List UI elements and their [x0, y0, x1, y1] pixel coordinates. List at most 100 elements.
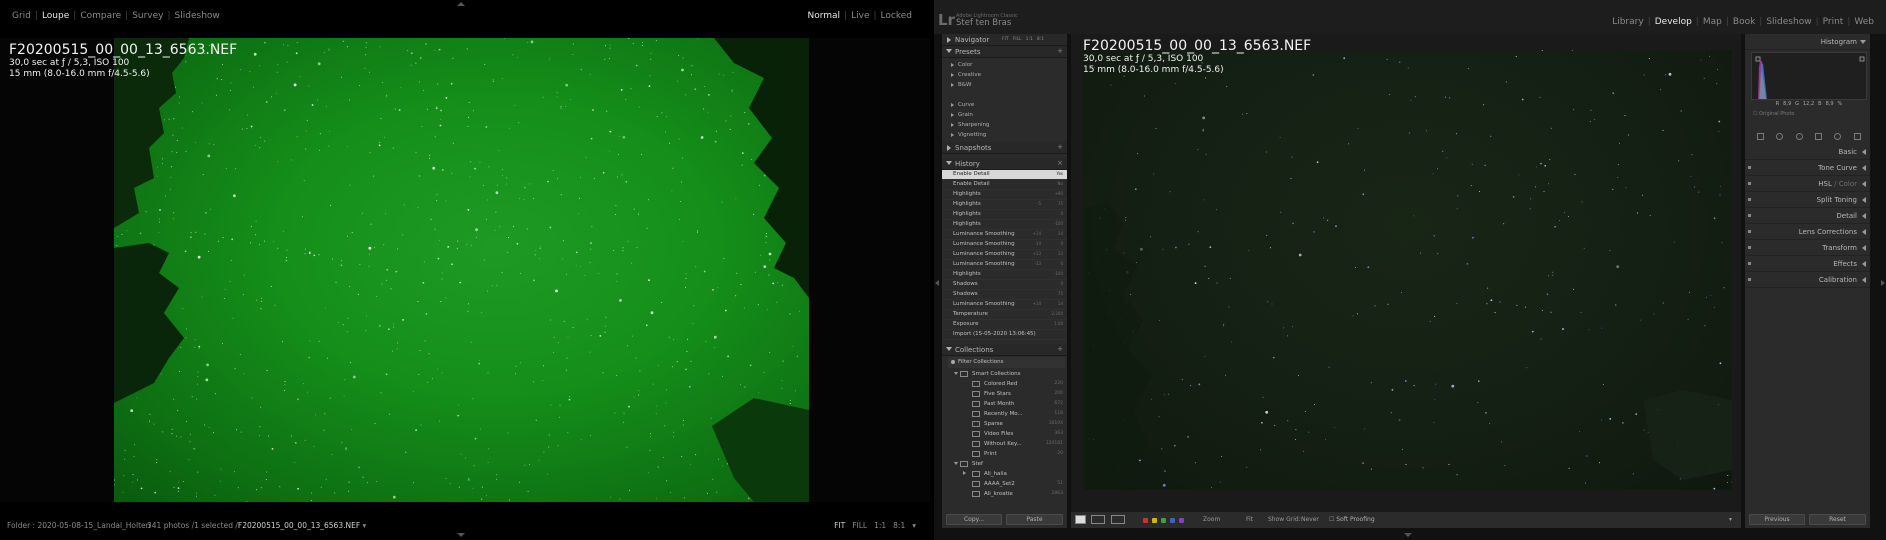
- color-label-swatch[interactable]: [1143, 518, 1148, 523]
- collapse-icon[interactable]: [954, 462, 958, 465]
- history-item[interactable]: Highlights -5 75: [942, 200, 1067, 210]
- section-effects[interactable]: Effects: [1745, 256, 1870, 272]
- history-item[interactable]: Shadows 0: [942, 280, 1067, 290]
- section-detail[interactable]: Detail: [1745, 208, 1870, 224]
- mode-slideshow[interactable]: Slideshow: [171, 11, 224, 21]
- soft-proofing-checkbox[interactable]: ☐ Soft Proofing: [1329, 516, 1375, 523]
- zoom-8-1[interactable]: 8:1: [893, 521, 905, 530]
- mode-loupe[interactable]: Loupe: [38, 11, 73, 21]
- mode-survey[interactable]: Survey: [128, 11, 167, 21]
- module-map[interactable]: Map: [1699, 17, 1726, 27]
- history-item[interactable]: Import (15-05-2020 13:06:45): [942, 330, 1067, 340]
- history-item[interactable]: Luminance Smoothing -13 0: [942, 260, 1067, 270]
- nav-fit[interactable]: FIT: [1002, 37, 1009, 42]
- paste-button[interactable]: Paste: [1006, 514, 1063, 525]
- collection-item[interactable]: Colored Red 220: [942, 379, 1067, 389]
- adjustment-brush-icon[interactable]: [1853, 132, 1861, 140]
- history-header[interactable]: History ×: [942, 158, 1067, 170]
- copy-button[interactable]: Copy...: [946, 514, 1002, 525]
- zoom-1-1[interactable]: 1:1: [874, 521, 886, 530]
- panel-switch-icon[interactable]: [1748, 246, 1751, 249]
- collection-item[interactable]: Ali_kroatie 2863: [942, 489, 1067, 499]
- preset-group[interactable]: Curve: [942, 100, 1067, 110]
- collapse-icon[interactable]: [954, 372, 958, 375]
- snapshots-header[interactable]: Snapshots +: [942, 142, 1067, 154]
- module-web[interactable]: Web: [1850, 17, 1878, 27]
- section-tone-curve[interactable]: Tone Curve: [1745, 160, 1870, 176]
- filter-collections-input[interactable]: Filter Collections: [948, 357, 1065, 368]
- collection-item[interactable]: Recently Mo... 118: [942, 409, 1067, 419]
- color-label-swatch[interactable]: [1170, 518, 1175, 523]
- history-item[interactable]: Enable Detail No: [942, 180, 1067, 190]
- preset-group[interactable]: Color: [942, 60, 1067, 70]
- crop-overlay-icon[interactable]: [1757, 132, 1765, 140]
- history-item[interactable]: Highlights -100: [942, 270, 1067, 280]
- bottom-panel-toggle-icon[interactable]: [1404, 533, 1412, 537]
- red-eye-icon[interactable]: [1795, 132, 1803, 140]
- preset-group[interactable]: Sharpening: [942, 120, 1067, 130]
- history-item[interactable]: Luminance Smoothing +13 13: [942, 250, 1067, 260]
- color-label-swatch[interactable]: [1161, 518, 1166, 523]
- toolbar-menu-icon[interactable]: ▾: [1729, 516, 1732, 523]
- panel-switch-icon[interactable]: [1748, 262, 1751, 265]
- bottom-panel-toggle-icon[interactable]: [457, 533, 465, 537]
- clear-history-icon[interactable]: ×: [1057, 159, 1063, 167]
- module-book[interactable]: Book: [1729, 17, 1759, 27]
- collection-item[interactable]: AAAA_Set2 51: [942, 479, 1067, 489]
- panel-switch-icon[interactable]: [1748, 230, 1751, 233]
- add-collection-icon[interactable]: +: [1057, 345, 1063, 353]
- navigator-header[interactable]: Navigator FIT FILL 1:1 8:1: [942, 34, 1067, 46]
- history-item[interactable]: Enable Detail Yes: [942, 170, 1067, 180]
- history-item[interactable]: Highlights +80: [942, 190, 1067, 200]
- section-hsl[interactable]: HSL / Color: [1745, 176, 1870, 192]
- color-label-swatch[interactable]: [1152, 518, 1157, 523]
- panel-switch-icon[interactable]: [1748, 198, 1751, 201]
- collection-item[interactable]: Stef: [942, 459, 1067, 469]
- section-split-toning[interactable]: Split Toning: [1745, 192, 1870, 208]
- collection-item[interactable]: Past Month 672: [942, 399, 1067, 409]
- view-live[interactable]: Live: [847, 11, 873, 21]
- zoom-fit-label[interactable]: Fit: [1246, 516, 1253, 523]
- histogram-header[interactable]: Histogram: [1745, 34, 1870, 50]
- preset-group[interactable]: Creative: [942, 70, 1067, 80]
- loupe-view-icon[interactable]: [1075, 515, 1086, 524]
- section-basic[interactable]: Basic: [1745, 144, 1870, 160]
- collection-item[interactable]: Sparse 16104: [942, 419, 1067, 429]
- collection-item[interactable]: Video Files 363: [942, 429, 1067, 439]
- module-print[interactable]: Print: [1819, 17, 1848, 27]
- collection-item[interactable]: Print 20: [942, 449, 1067, 459]
- section-calibration[interactable]: Calibration: [1745, 272, 1870, 288]
- panel-switch-icon[interactable]: [1748, 278, 1751, 281]
- history-item[interactable]: Highlights -100: [942, 220, 1067, 230]
- preset-group[interactable]: B&W: [942, 80, 1067, 90]
- history-item[interactable]: Highlights 0: [942, 210, 1067, 220]
- section-lens-corrections[interactable]: Lens Corrections: [1745, 224, 1870, 240]
- collection-item[interactable]: Without Key... 120181: [942, 439, 1067, 449]
- section-transform[interactable]: Transform: [1745, 240, 1870, 256]
- collection-item[interactable]: Five Stars 200: [942, 389, 1067, 399]
- history-item[interactable]: Temperature 2,200: [942, 310, 1067, 320]
- zoom-dropdown-icon[interactable]: ▾: [912, 521, 916, 530]
- spot-removal-icon[interactable]: [1776, 132, 1784, 140]
- expand-icon[interactable]: [963, 471, 966, 475]
- preset-group[interactable]: Vignetting: [942, 130, 1067, 140]
- graduated-filter-icon[interactable]: [1815, 132, 1823, 140]
- history-item[interactable]: Luminance Smoothing -14 0: [942, 240, 1067, 250]
- right-panel-toggle-icon[interactable]: [1881, 280, 1885, 286]
- original-photo-checkbox[interactable]: ☐ Original Photo: [1753, 111, 1795, 117]
- module-develop[interactable]: Develop: [1651, 17, 1696, 27]
- history-item[interactable]: Luminance Smoothing +14 14: [942, 230, 1067, 240]
- zoom-fill[interactable]: FILL: [852, 521, 867, 530]
- nav-8-1[interactable]: 8:1: [1037, 37, 1044, 42]
- mode-grid[interactable]: Grid: [8, 11, 35, 21]
- history-item[interactable]: Luminance Smoothing +14 14: [942, 300, 1067, 310]
- main-photo[interactable]: [1083, 50, 1732, 490]
- view-normal[interactable]: Normal: [803, 11, 844, 21]
- mode-compare[interactable]: Compare: [76, 11, 125, 21]
- before-after-split-icon[interactable]: [1111, 515, 1125, 524]
- radial-filter-icon[interactable]: [1834, 132, 1842, 140]
- panel-switch-icon[interactable]: [1748, 166, 1751, 169]
- history-item[interactable]: Exposure 1.00: [942, 320, 1067, 330]
- module-library[interactable]: Library: [1608, 17, 1647, 27]
- secondary-photo[interactable]: [114, 38, 809, 502]
